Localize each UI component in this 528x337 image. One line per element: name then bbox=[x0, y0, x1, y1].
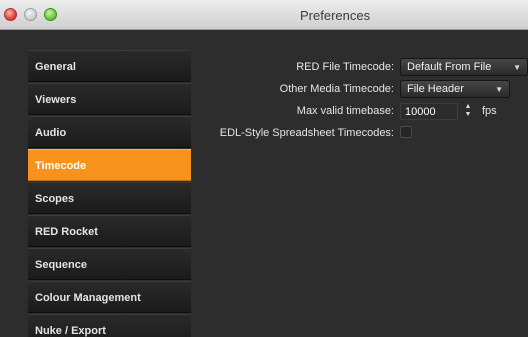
sidebar-item-nuke-export[interactable]: Nuke / Export bbox=[28, 314, 191, 337]
window-title: Preferences bbox=[300, 8, 371, 23]
timebase-unit: fps bbox=[482, 105, 497, 117]
sidebar-item-colour-management[interactable]: Colour Management bbox=[28, 281, 191, 313]
other-media-timecode-select[interactable]: File Header ▼ bbox=[400, 80, 510, 98]
red-file-timecode-select[interactable]: Default From File ▼ bbox=[400, 58, 528, 76]
sidebar-item-timecode[interactable]: Timecode bbox=[28, 149, 191, 181]
red-file-timecode-label: RED File Timecode: bbox=[296, 61, 394, 73]
sidebar-item-general[interactable]: General bbox=[28, 50, 191, 82]
edl-style-checkbox[interactable] bbox=[400, 126, 412, 138]
preferences-window: Preferences General Viewers Audio Timeco… bbox=[0, 0, 528, 337]
stepper-icon[interactable]: ▲ ▼ bbox=[462, 103, 474, 120]
other-media-timecode-row: Other Media Timecode: File Header ▼ bbox=[200, 80, 528, 100]
edl-style-row: EDL-Style Spreadsheet Timecodes: bbox=[200, 124, 528, 144]
other-media-timecode-label: Other Media Timecode: bbox=[279, 83, 394, 95]
chevron-down-icon: ▼ bbox=[513, 63, 521, 72]
sidebar-item-red-rocket[interactable]: RED Rocket bbox=[28, 215, 191, 247]
title-bar: Preferences bbox=[0, 0, 528, 30]
edl-style-label: EDL-Style Spreadsheet Timecodes: bbox=[219, 127, 394, 139]
sidebar-item-sequence[interactable]: Sequence bbox=[28, 248, 191, 280]
red-file-timecode-row: RED File Timecode: Default From File ▼ bbox=[200, 58, 528, 78]
sidebar-item-audio[interactable]: Audio bbox=[28, 116, 191, 148]
max-valid-timebase-row: Max valid timebase: 10000 ▲ ▼ fps bbox=[200, 102, 528, 122]
other-media-timecode-value: File Header bbox=[407, 83, 464, 95]
sidebar-item-viewers[interactable]: Viewers bbox=[28, 83, 191, 115]
max-valid-timebase-label: Max valid timebase: bbox=[296, 105, 394, 117]
red-file-timecode-value: Default From File bbox=[407, 61, 492, 73]
timecode-settings: RED File Timecode: Default From File ▼ O… bbox=[200, 58, 528, 146]
sidebar-item-scopes[interactable]: Scopes bbox=[28, 182, 191, 214]
chevron-down-icon: ▼ bbox=[495, 85, 503, 94]
preferences-sidebar: General Viewers Audio Timecode Scopes RE… bbox=[28, 50, 191, 337]
max-valid-timebase-input[interactable]: 10000 bbox=[400, 103, 458, 120]
